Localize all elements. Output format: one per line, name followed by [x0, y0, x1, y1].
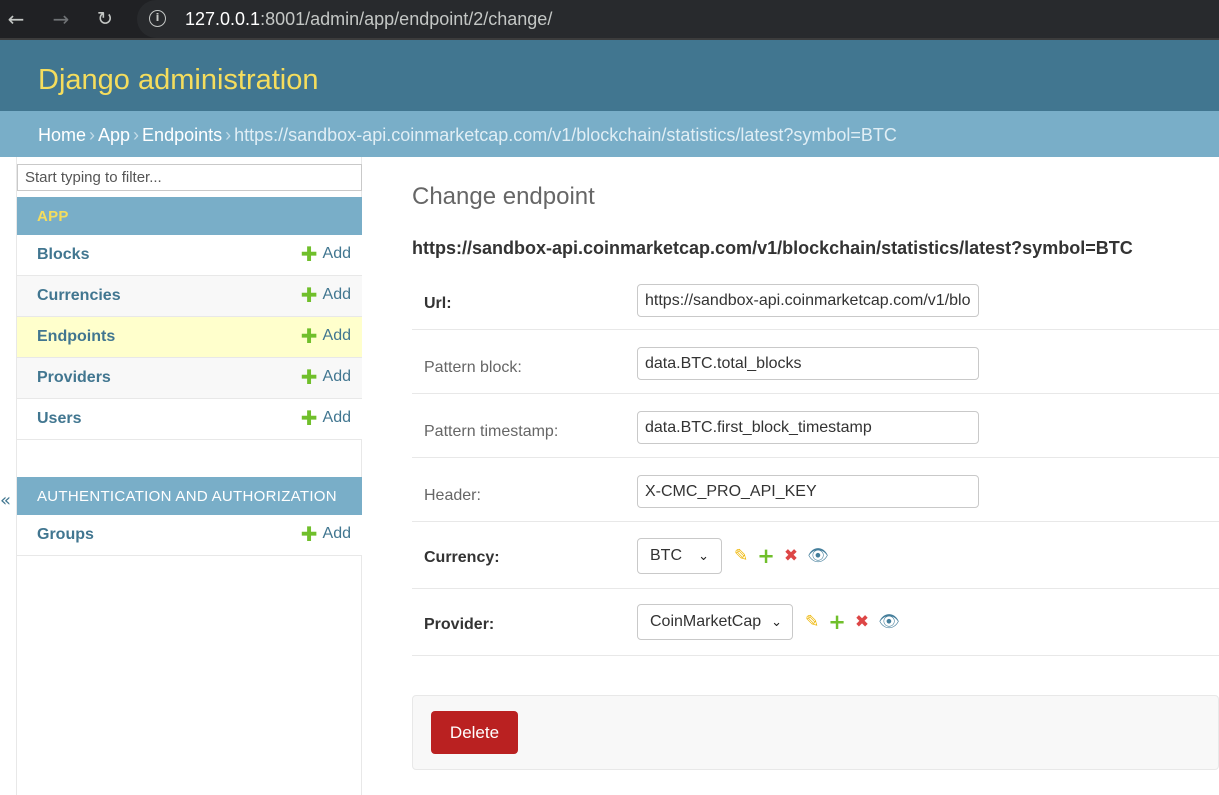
model-link-groups[interactable]: Groups	[37, 526, 94, 544]
currency-select[interactable]: BTC ⌄	[637, 538, 722, 574]
provider-related-actions: ✎ + ✖ 👁	[805, 612, 900, 633]
breadcrumb-endpoints[interactable]: Endpoints	[142, 125, 222, 145]
delete-button[interactable]: Delete	[431, 711, 518, 754]
app-module: APP Blocks ✚ Add Currencies ✚ Add Endpoint…	[17, 197, 362, 440]
form-row-pattern-block: Pattern block:	[412, 330, 1219, 394]
browser-toolbar: ← → ↻ i 127.0.0.1:8001/admin/app/endpoin…	[0, 0, 1219, 40]
sidebar-item-users: Users ✚ Add	[17, 399, 362, 440]
delete-x-icon[interactable]: ✖	[855, 614, 869, 631]
sidebar-item-groups: Groups ✚ Add	[17, 515, 362, 556]
form-row-header: Header:	[412, 458, 1219, 522]
model-link-providers[interactable]: Providers	[37, 369, 111, 387]
header-input[interactable]	[637, 475, 979, 508]
sidebar-item-currencies: Currencies ✚ Add	[17, 276, 362, 317]
plus-icon: ✚	[300, 365, 318, 389]
breadcrumb-separator: ›	[133, 125, 140, 145]
plus-icon[interactable]: +	[757, 546, 775, 567]
module-caption-app[interactable]: APP	[17, 197, 362, 235]
pattern-timestamp-label: Pattern timestamp:	[424, 423, 559, 440]
sidebar-item-endpoints: Endpoints ✚ Add	[17, 317, 362, 358]
submit-row: Delete	[412, 695, 1219, 770]
add-blocks-link[interactable]: ✚ Add	[300, 242, 351, 266]
header-label: Header:	[424, 487, 481, 504]
chevron-down-icon: ⌄	[698, 548, 709, 564]
sidebar-item-providers: Providers ✚ Add	[17, 358, 362, 399]
sidebar-collapse-icon[interactable]: «	[0, 490, 11, 511]
chevron-down-icon: ⌄	[771, 614, 783, 630]
provider-select[interactable]: CoinMarketCap ⌄	[637, 604, 793, 640]
url-text[interactable]: 127.0.0.1:8001/admin/app/endpoint/2/chan…	[185, 9, 552, 30]
plus-icon: ✚	[300, 242, 318, 266]
form-row-currency: Currency: BTC ⌄ ✎ + ✖ 👁	[412, 522, 1219, 589]
site-info-icon[interactable]: i	[149, 10, 166, 27]
provider-select-value: CoinMarketCap	[650, 613, 762, 630]
add-label: Add	[322, 409, 351, 426]
site-title[interactable]: Django administration	[38, 64, 318, 97]
auth-module: AUTHENTICATION AND AUTHORIZATION Groups …	[17, 477, 362, 556]
breadcrumb-home[interactable]: Home	[38, 125, 86, 145]
currency-label: Currency:	[424, 549, 500, 566]
form-row-provider: Provider: CoinMarketCap ⌄ ✎ + ✖ 👁	[412, 589, 1219, 656]
object-title: https://sandbox-api.coinmarketcap.com/v1…	[412, 238, 1133, 258]
breadcrumb: Home › App › Endpoints › https://sandbox-api.c…	[0, 111, 1219, 157]
back-icon[interactable]: ←	[5, 8, 27, 30]
url-input[interactable]	[637, 284, 979, 317]
module-caption-auth[interactable]: AUTHENTICATION AND AUTHORIZATION	[17, 477, 362, 515]
currency-select-value: BTC	[650, 547, 682, 564]
add-providers-link[interactable]: ✚ Add	[300, 365, 351, 389]
plus-icon: ✚	[300, 324, 318, 348]
add-label: Add	[322, 525, 351, 542]
url-host: 127.0.0.1	[185, 9, 261, 29]
plus-icon: ✚	[300, 522, 318, 546]
form-row-url: Url:	[412, 268, 1219, 330]
url-path: :8001/admin/app/endpoint/2/change/	[260, 9, 553, 29]
address-bar[interactable]: i 127.0.0.1:8001/admin/app/endpoint/2/ch…	[137, 0, 1219, 38]
plus-icon[interactable]: +	[828, 612, 846, 633]
nav-filter-input[interactable]	[17, 164, 362, 191]
model-link-endpoints[interactable]: Endpoints	[37, 328, 115, 346]
sidebar-item-blocks: Blocks ✚ Add	[17, 235, 362, 276]
url-label: Url:	[424, 295, 452, 312]
nav-sidebar: APP Blocks ✚Add Currencies ✚Add Endpoint…	[16, 157, 362, 795]
plus-icon: ✚	[300, 283, 318, 307]
model-link-blocks[interactable]: Blocks	[37, 246, 89, 264]
add-label: Add	[322, 245, 351, 262]
pencil-icon[interactable]: ✎	[734, 548, 748, 565]
pattern-block-input[interactable]	[637, 347, 979, 380]
pattern-block-label: Pattern block:	[424, 359, 522, 376]
add-label: Add	[322, 286, 351, 303]
delete-x-icon[interactable]: ✖	[784, 548, 798, 565]
site-header: Django administration	[0, 40, 1219, 111]
breadcrumb-separator: ›	[225, 125, 232, 145]
model-link-currencies[interactable]: Currencies	[37, 287, 121, 305]
form-row-pattern-timestamp: Pattern timestamp:	[412, 394, 1219, 458]
eye-icon[interactable]: 👁	[878, 614, 900, 631]
eye-icon[interactable]: 👁	[807, 548, 829, 565]
breadcrumb-current: https://sandbox-api.coinmarketcap.com/v1…	[234, 125, 897, 145]
forward-icon[interactable]: →	[50, 8, 72, 30]
pencil-icon[interactable]: ✎	[805, 614, 819, 631]
add-label: Add	[322, 368, 351, 385]
breadcrumb-app[interactable]: App	[98, 125, 130, 145]
reload-icon[interactable]: ↻	[94, 8, 116, 30]
provider-label: Provider:	[424, 616, 495, 633]
currency-related-actions: ✎ + ✖ 👁	[734, 546, 829, 567]
page-title: Change endpoint	[412, 183, 595, 210]
breadcrumb-separator: ›	[89, 125, 96, 145]
model-link-users[interactable]: Users	[37, 410, 81, 428]
pattern-timestamp-input[interactable]	[637, 411, 979, 444]
add-currencies-link[interactable]: ✚ Add	[300, 283, 351, 307]
add-users-link[interactable]: ✚ Add	[300, 406, 351, 430]
add-label: Add	[322, 327, 351, 344]
add-groups-link[interactable]: ✚ Add	[300, 522, 351, 546]
add-endpoints-link[interactable]: ✚ Add	[300, 324, 351, 348]
plus-icon: ✚	[300, 406, 318, 430]
